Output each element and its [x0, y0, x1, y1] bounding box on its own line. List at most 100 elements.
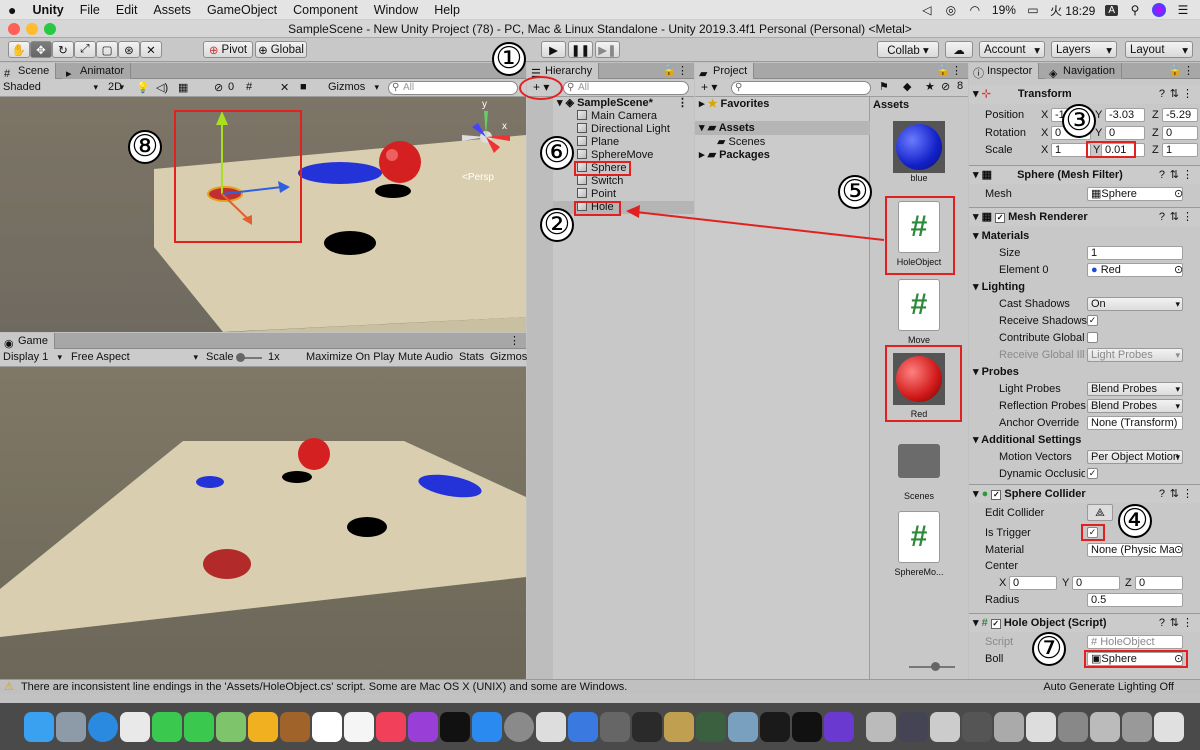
- reminders-icon[interactable]: [344, 712, 374, 742]
- menu-window[interactable]: Window: [366, 3, 426, 17]
- unity-hub-icon[interactable]: [760, 712, 790, 742]
- window-thumbnail-icon[interactable]: [1090, 712, 1120, 742]
- tree-packages[interactable]: ▸ ▰ Packages: [699, 148, 770, 162]
- mode-2d-toggle[interactable]: 2D: [106, 80, 126, 95]
- spotlight-icon[interactable]: ⚲: [1128, 3, 1142, 17]
- messages-icon[interactable]: [152, 712, 182, 742]
- object-picker-icon[interactable]: ⊙: [1174, 262, 1183, 278]
- calendar-icon[interactable]: [312, 712, 342, 742]
- scale-z-field[interactable]: 1: [1162, 143, 1198, 157]
- visual-studio-icon[interactable]: [824, 712, 854, 742]
- project-search-input[interactable]: [731, 81, 871, 95]
- component-menu-icon[interactable]: ⋮: [1182, 85, 1193, 104]
- collider-header[interactable]: ▾ ● ✓ Sphere Collider? ⇅ ⋮: [969, 484, 1200, 503]
- apple-icon[interactable]: ●: [0, 2, 24, 18]
- move-tool-button[interactable]: ✥: [30, 41, 52, 58]
- tab-scene[interactable]: # Scene: [0, 63, 57, 80]
- airplay-icon[interactable]: ◎: [944, 3, 958, 17]
- scene-search-input[interactable]: All: [388, 81, 518, 95]
- maximize-on-play-toggle[interactable]: Maximize On Play: [306, 351, 395, 363]
- scale-slider-knob[interactable]: [236, 353, 245, 362]
- lighting-toggle-icon[interactable]: 💡: [136, 81, 150, 94]
- meshrenderer-header[interactable]: ▾ ▦ ✓ Mesh Renderer? ⇅ ⋮: [969, 207, 1200, 226]
- aspect-dropdown[interactable]: Free Aspect: [68, 350, 200, 365]
- camera-icon[interactable]: ■: [300, 81, 307, 93]
- component-menu-icon[interactable]: ⋮: [1182, 614, 1193, 633]
- component-menu-icon[interactable]: ⋮: [1182, 208, 1193, 227]
- rect-tool-button[interactable]: ▢: [96, 41, 118, 58]
- help-icon[interactable]: ?: [1159, 485, 1165, 504]
- mesh-object-field[interactable]: ▦Sphere: [1087, 187, 1183, 201]
- layout-dropdown[interactable]: Layout ▾: [1125, 41, 1193, 58]
- global-toggle[interactable]: ⊕ Global: [255, 41, 307, 58]
- contribute-gi-checkbox[interactable]: [1087, 332, 1098, 343]
- menu-file[interactable]: File: [72, 3, 108, 17]
- window-thumbnail-icon[interactable]: [962, 712, 992, 742]
- menu-component[interactable]: Component: [285, 3, 366, 17]
- tab-project[interactable]: ▰ Project: [695, 63, 755, 80]
- edit-collider-button[interactable]: ⟁: [1087, 504, 1113, 521]
- status-message[interactable]: There are inconsistent line endings in t…: [21, 681, 627, 693]
- thumbnail-size-knob[interactable]: [931, 662, 940, 671]
- layers-dropdown[interactable]: Layers ▾: [1051, 41, 1117, 58]
- panel-menu-icon[interactable]: ⋮: [677, 64, 688, 77]
- menu-assets[interactable]: Assets: [145, 3, 199, 17]
- close-window-button[interactable]: [8, 23, 20, 35]
- grid-toggle-icon[interactable]: #: [246, 81, 252, 93]
- transform-header[interactable]: ▾ ⊹ Transform? ⇅ ⋮: [969, 85, 1200, 104]
- anchor-override-field[interactable]: None (Transform): [1087, 416, 1183, 430]
- help-icon[interactable]: ?: [1159, 208, 1165, 227]
- notes-icon[interactable]: [280, 712, 310, 742]
- component-menu-icon[interactable]: ⋮: [1182, 166, 1193, 185]
- menu-help[interactable]: Help: [426, 3, 468, 17]
- gizmos-dropdown[interactable]: Gizmos: [325, 80, 381, 95]
- preset-icon[interactable]: ⇅: [1170, 614, 1179, 633]
- center-y-field[interactable]: 0: [1072, 576, 1120, 590]
- meshrenderer-enabled-checkbox[interactable]: ✓: [995, 213, 1006, 223]
- game-gizmos-toggle[interactable]: Gizmos: [490, 351, 527, 363]
- radius-field[interactable]: 0.5: [1087, 593, 1183, 607]
- transform-tool-button[interactable]: ⊛: [118, 41, 140, 58]
- xcode-icon[interactable]: [568, 712, 598, 742]
- materials-section[interactable]: ▾ Materials: [969, 228, 1200, 244]
- appstore-icon[interactable]: [472, 712, 502, 742]
- rotate-tool-button[interactable]: ↻: [52, 41, 74, 58]
- pause-button[interactable]: ❚❚: [568, 41, 593, 58]
- hierarchy-item-plane[interactable]: Plane: [577, 136, 619, 149]
- trash-icon[interactable]: [1154, 712, 1184, 742]
- menu-gameobject[interactable]: GameObject: [199, 3, 285, 17]
- lighting-section[interactable]: ▾ Lighting: [969, 279, 1200, 295]
- window-thumbnail-icon[interactable]: [898, 712, 928, 742]
- preset-icon[interactable]: ⇅: [1170, 166, 1179, 185]
- scene-viewport[interactable]: y x <Persp: [0, 97, 526, 332]
- safari-icon[interactable]: [88, 712, 118, 742]
- account-dropdown[interactable]: Account ▾: [979, 41, 1045, 58]
- hierarchy-item-directional-light[interactable]: Directional Light: [577, 123, 670, 136]
- lock-icon[interactable]: 🔒: [1168, 64, 1182, 77]
- hand-tool-button[interactable]: ✋: [8, 41, 30, 58]
- settings-icon[interactable]: [504, 712, 534, 742]
- object-picker-icon[interactable]: ⊙: [1174, 542, 1183, 558]
- collab-button[interactable]: Collab ▾: [877, 41, 939, 58]
- hierarchy-item-point[interactable]: Point: [577, 188, 616, 201]
- game-viewport[interactable]: [0, 367, 526, 679]
- light-probes-dropdown[interactable]: Blend Probes: [1087, 382, 1183, 396]
- tab-game[interactable]: ◉ Game: [0, 333, 55, 350]
- search-by-type-icon[interactable]: ⚑: [879, 80, 889, 93]
- script-enabled-checkbox[interactable]: ✓: [990, 619, 1001, 629]
- music-icon[interactable]: [376, 712, 406, 742]
- window-thumbnail-icon[interactable]: [1122, 712, 1152, 742]
- dynamic-occlusion-checkbox[interactable]: ✓: [1087, 468, 1098, 479]
- additional-settings-section[interactable]: ▾ Additional Settings: [969, 432, 1200, 448]
- menu-edit[interactable]: Edit: [108, 3, 146, 17]
- object-picker-icon[interactable]: ⊙: [1174, 186, 1183, 202]
- display-dropdown[interactable]: Display 1: [0, 350, 64, 365]
- center-x-field[interactable]: 0: [1009, 576, 1057, 590]
- lock-icon[interactable]: 🔒: [662, 64, 676, 77]
- tree-assets[interactable]: ▾ ▰ Assets: [699, 121, 755, 135]
- window-thumbnail-icon[interactable]: [1058, 712, 1088, 742]
- hierarchy-search-input[interactable]: All: [563, 81, 689, 95]
- menu-app[interactable]: Unity: [24, 3, 71, 17]
- rotation-y-field[interactable]: 0: [1105, 126, 1145, 140]
- minimize-window-button[interactable]: [26, 23, 38, 35]
